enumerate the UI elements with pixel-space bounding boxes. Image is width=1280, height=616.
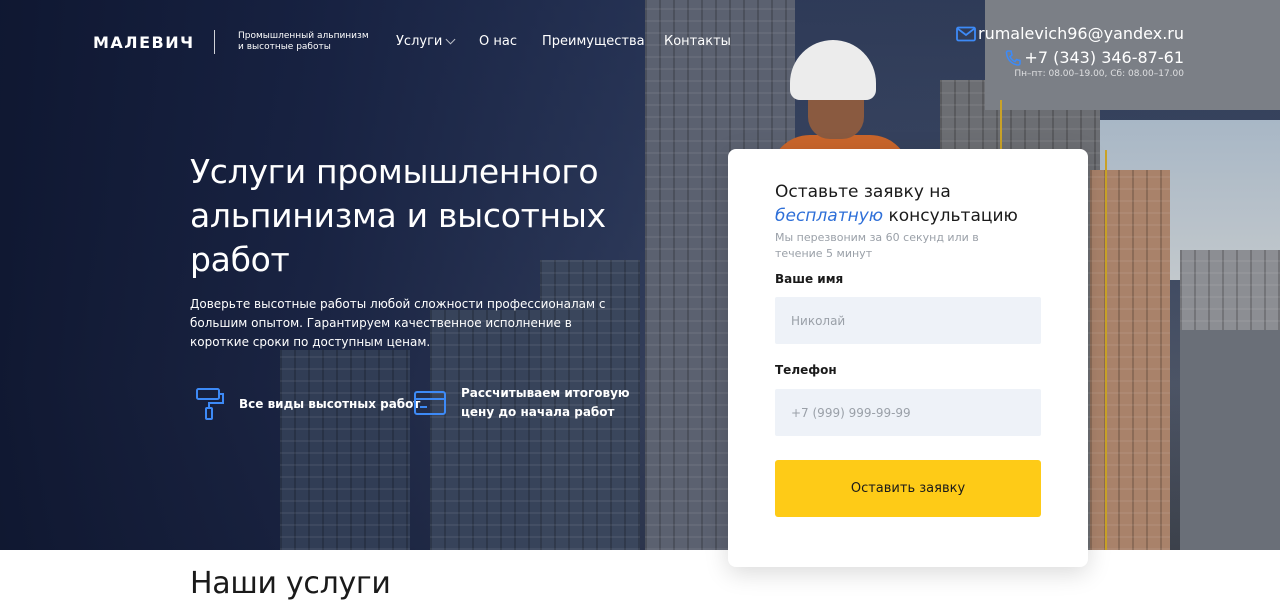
form-title-suffix: консультацию xyxy=(888,206,1018,226)
chevron-down-icon xyxy=(445,34,456,45)
feature-item: Рассчитываем итоговую цену до начала раб… xyxy=(413,384,631,422)
hero-bg-building xyxy=(1090,170,1170,550)
form-subtitle: Мы перезвоним за 60 секунд или в течение… xyxy=(775,231,979,260)
nav-item-label: Услуги xyxy=(396,34,443,49)
hero-description: Доверьте высотные работы любой сложности… xyxy=(190,297,606,349)
contact-phone-link[interactable]: +7 (343) 346-87-61 xyxy=(1004,48,1184,67)
tagline-line: и высотные работы xyxy=(238,42,331,52)
phone-label: Телефон xyxy=(775,363,837,377)
submit-button[interactable]: Оставить заявку xyxy=(775,460,1041,517)
form-title-prefix: Оставьте заявку на xyxy=(775,182,951,202)
feature-item: Все виды высотных работ xyxy=(195,387,420,421)
name-label: Ваше имя xyxy=(775,272,844,286)
logo-divider xyxy=(214,30,215,54)
hero-bg-building xyxy=(280,350,410,550)
hero-bg-structure xyxy=(1180,330,1280,550)
feature-text: Все виды высотных работ xyxy=(239,396,421,411)
name-input[interactable] xyxy=(775,297,1041,344)
working-hours: Пн–пт: 08.00–19.00, Сб: 08.00–17.00 xyxy=(1014,69,1184,79)
mail-icon xyxy=(956,26,976,41)
phone-icon xyxy=(1006,49,1022,66)
nav-item-about[interactable]: О нас xyxy=(479,34,517,49)
nav-item-contacts[interactable]: Контакты xyxy=(664,34,731,49)
tagline-line: Промышленный альпинизм xyxy=(238,31,369,41)
hero-bg-worker xyxy=(808,95,864,139)
consultation-form-card: Оставьте заявку на бесплатную консультац… xyxy=(728,149,1088,567)
form-title-accent: бесплатную xyxy=(775,206,884,226)
phone-input[interactable] xyxy=(775,389,1041,436)
logo-tagline: Промышленный альпинизм и высотные работы xyxy=(238,31,378,53)
nav-item-services[interactable]: Услуги xyxy=(396,34,456,49)
feature-text: Рассчитываем итоговую цену до начала раб… xyxy=(461,386,630,419)
hero-bg-rope xyxy=(1105,150,1107,550)
contact-email: rumalevich96@yandex.ru xyxy=(977,24,1184,43)
form-title: Оставьте заявку на бесплатную консультац… xyxy=(775,180,1055,228)
services-section-title: Наши услуги xyxy=(190,566,391,601)
credit-card-icon xyxy=(414,391,446,415)
hero-bg-worker-helmet xyxy=(790,40,876,100)
nav-item-advantages[interactable]: Преимущества xyxy=(542,34,645,49)
contact-email-link[interactable]: rumalevich96@yandex.ru xyxy=(956,24,1184,43)
hero-title: Услуги промышленного альпинизма и высотн… xyxy=(190,152,606,279)
contact-phone: +7 (343) 346-87-61 xyxy=(1024,48,1184,67)
paint-roller-icon xyxy=(196,388,224,420)
logo[interactable]: МАЛЕВИЧ xyxy=(93,33,195,52)
